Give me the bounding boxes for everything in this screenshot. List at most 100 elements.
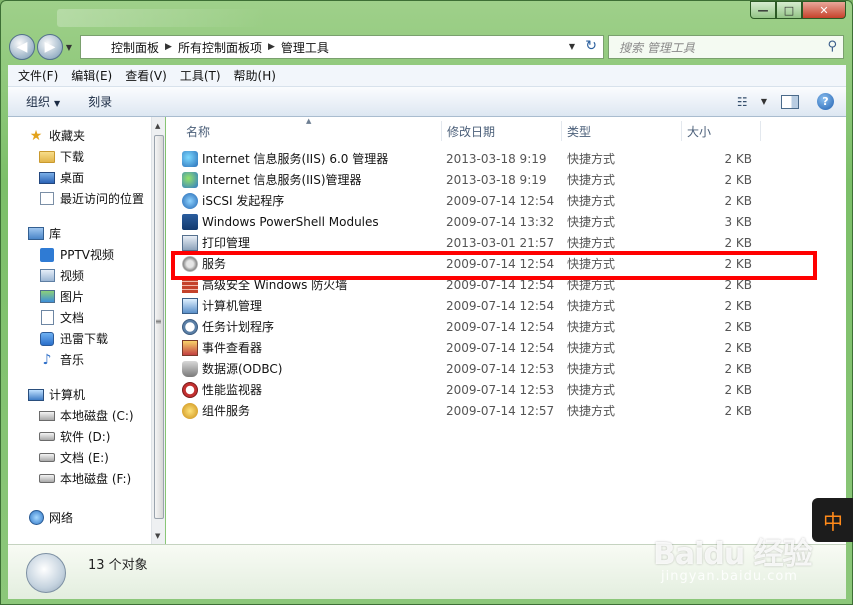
scrollbar-thumb[interactable] [154, 135, 164, 519]
view-options-chevron-icon[interactable]: ▼ [761, 97, 767, 106]
minimize-button[interactable]: — [750, 1, 776, 19]
help-icon[interactable]: ? [817, 93, 834, 110]
breadcrumb-separator-icon[interactable]: ▶ [268, 42, 275, 52]
nav-computer-label: 计算机 [49, 388, 86, 402]
breadcrumb-admin-tools[interactable]: 管理工具 [281, 39, 329, 56]
address-row: ◀ ▶ ▼ 控制面板 ▶ 所有控制面板项 ▶ 管理工具 ▼ ↻ 搜索 管理工具 … [9, 34, 844, 60]
column-divider[interactable] [441, 121, 442, 141]
close-button[interactable]: ✕ [802, 1, 846, 19]
file-row[interactable]: Windows PowerShell Modules 2009-07-14 13:… [182, 211, 756, 232]
nav-network[interactable]: 网络 [8, 507, 151, 528]
file-size: 2 KB [724, 298, 752, 313]
column-header-size[interactable]: 大小 [687, 121, 711, 141]
print-icon [182, 234, 198, 251]
nav-item-desktop[interactable]: 桌面 [8, 167, 151, 188]
drive-icon [39, 453, 55, 462]
nav-item-drive-f[interactable]: 本地磁盘 (F:) [8, 468, 151, 489]
menu-view[interactable]: 查看(V) [125, 67, 167, 84]
column-divider[interactable] [681, 121, 682, 141]
nav-item-music[interactable]: ♪ 音乐 [8, 349, 151, 370]
breadcrumb-separator-icon[interactable]: ▶ [165, 42, 172, 52]
burn-button[interactable]: 刻录 [88, 93, 112, 110]
file-row[interactable]: Internet 信息服务(IIS) 6.0 管理器 2013-03-18 9:1… [182, 148, 756, 169]
menu-tools[interactable]: 工具(T) [180, 67, 221, 84]
file-row[interactable]: 数据源(ODBC) 2009-07-14 12:53 快捷方式 2 KB [182, 358, 756, 379]
nav-item-drive-d[interactable]: 软件 (D:) [8, 426, 151, 447]
nav-item-drive-c[interactable]: 本地磁盘 (C:) [8, 405, 151, 426]
nav-computer[interactable]: 计算机 [8, 384, 151, 405]
nav-item-label: 本地磁盘 (C:) [60, 409, 134, 423]
maximize-button[interactable]: □ [776, 1, 802, 19]
nav-item-label: 桌面 [60, 171, 85, 185]
file-row[interactable]: 打印管理 2013-03-01 21:57 快捷方式 2 KB [182, 232, 756, 253]
preview-pane-icon[interactable] [781, 94, 799, 109]
menu-help[interactable]: 帮助(H) [234, 67, 276, 84]
file-type: 快捷方式 [567, 362, 616, 376]
search-input[interactable]: 搜索 管理工具 ⚲ [608, 35, 844, 59]
iis6-icon [182, 150, 198, 167]
file-type: 快捷方式 [567, 194, 616, 208]
nav-item-label: PPTV视频 [60, 248, 115, 262]
event-icon [182, 339, 198, 356]
nav-item-videos[interactable]: 视频 [8, 265, 151, 286]
back-button[interactable]: ◀ [9, 34, 35, 60]
refresh-icon[interactable]: ↻ [585, 38, 597, 54]
breadcrumb-all-control-panel-items[interactable]: 所有控制面板项 [178, 39, 262, 56]
column-header-date[interactable]: 修改日期 [447, 121, 495, 141]
favorites-group: ★ 收藏夹 下载 桌面 最近访问的位置 [8, 125, 151, 209]
forward-button[interactable]: ▶ [37, 34, 63, 60]
organize-button[interactable]: 组织 ▼ [26, 93, 60, 110]
file-row[interactable]: 计算机管理 2009-07-14 12:54 快捷方式 2 KB [182, 295, 756, 316]
file-date: 2013-03-18 9:19 [446, 151, 547, 166]
menu-file[interactable]: 文件(F) [18, 67, 58, 84]
menu-edit[interactable]: 编辑(E) [71, 67, 112, 84]
file-type: 快捷方式 [567, 383, 616, 397]
address-dropdown-icon[interactable]: ▼ [569, 42, 575, 51]
nav-libraries[interactable]: 库 [8, 223, 151, 244]
computer-icon [28, 388, 44, 401]
column-divider[interactable] [760, 121, 761, 141]
file-name: 性能监视器 [202, 383, 263, 397]
file-name: Internet 信息服务(IIS)管理器 [202, 173, 362, 187]
nav-item-recent-places[interactable]: 最近访问的位置 [8, 188, 151, 209]
search-icon[interactable]: ⚲ [827, 39, 837, 54]
command-bar: 组织 ▼ 刻录 ☷ ▼ ? [8, 87, 846, 117]
change-view-icon[interactable]: ☷ [737, 95, 757, 109]
file-row[interactable]: 性能监视器 2009-07-14 12:53 快捷方式 2 KB [182, 379, 756, 400]
nav-item-pictures[interactable]: 图片 [8, 286, 151, 307]
nav-item-label: 文档 [60, 311, 85, 325]
nav-item-thunder-downloads[interactable]: 迅雷下载 [8, 328, 151, 349]
recent-places-icon [40, 192, 54, 205]
nav-item-label: 软件 (D:) [60, 430, 111, 444]
file-size: 2 KB [724, 361, 752, 376]
column-header-type[interactable]: 类型 [567, 121, 591, 141]
recent-pages-chevron-icon[interactable]: ▼ [63, 43, 75, 52]
file-row[interactable]: Internet 信息服务(IIS)管理器 2013-03-18 9:19 快捷方式… [182, 169, 756, 190]
scroll-down-icon[interactable]: ▼ [155, 532, 160, 540]
file-row[interactable]: 任务计划程序 2009-07-14 12:54 快捷方式 2 KB [182, 316, 756, 337]
nav-item-drive-e[interactable]: 文档 (E:) [8, 447, 151, 468]
file-name: 任务计划程序 [202, 320, 275, 334]
nav-item-label: 下载 [60, 150, 85, 164]
pptv-icon [40, 247, 54, 262]
nav-item-label: 迅雷下载 [60, 332, 109, 346]
nav-scrollbar[interactable]: ▲ ≡ ▼ [151, 117, 165, 544]
documents-icon [40, 310, 54, 325]
file-size: 2 KB [724, 319, 752, 334]
file-row[interactable]: 组件服务 2009-07-14 12:57 快捷方式 2 KB [182, 400, 756, 421]
nav-favorites[interactable]: ★ 收藏夹 [8, 125, 151, 146]
nav-item-downloads[interactable]: 下载 [8, 146, 151, 167]
column-divider[interactable] [561, 121, 562, 141]
file-size: 2 KB [724, 382, 752, 397]
file-type: 快捷方式 [567, 404, 616, 418]
breadcrumb-control-panel[interactable]: 控制面板 [111, 39, 159, 56]
libraries-group: 库 PPTV视频 视频 图片 文档 迅雷下载 ♪ 音乐 [8, 223, 151, 370]
address-bar[interactable]: 控制面板 ▶ 所有控制面板项 ▶ 管理工具 ▼ ↻ [80, 35, 604, 59]
nav-favorites-label: 收藏夹 [49, 129, 86, 143]
nav-item-documents[interactable]: 文档 [8, 307, 151, 328]
scroll-up-icon[interactable]: ▲ [155, 122, 160, 130]
column-header-name[interactable]: 名称 [186, 121, 210, 141]
nav-item-pptv[interactable]: PPTV视频 [8, 244, 151, 265]
file-row[interactable]: 事件查看器 2009-07-14 12:54 快捷方式 2 KB [182, 337, 756, 358]
file-row[interactable]: iSCSI 发起程序 2009-07-14 12:54 快捷方式 2 KB [182, 190, 756, 211]
